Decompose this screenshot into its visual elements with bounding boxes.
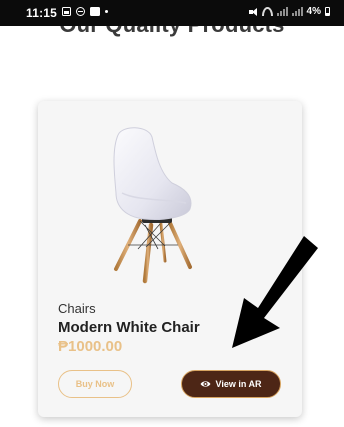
gallery-icon [62,7,71,16]
chair-image [113,127,192,284]
signal-icon [291,7,303,16]
wifi-icon [261,7,273,16]
view-in-ar-button[interactable]: View in AR [181,370,281,398]
product-category: Chairs [58,301,96,316]
buy-now-label: Buy Now [75,379,115,389]
status-time: 11:15 [26,6,58,20]
mute-icon [248,7,258,17]
buy-now-button[interactable]: Buy Now [58,370,132,398]
notification-icons [62,7,108,16]
status-bar: 11:15 4% [0,0,344,26]
system-icons: 4% [248,6,330,17]
arrow-icon [232,236,318,348]
battery-percent: 4% [306,6,321,17]
minus-circle-icon [76,7,85,16]
product-price: ₱1000.00 [58,338,123,355]
message-icon [90,7,100,16]
eye-icon [200,381,211,387]
signal-icon [276,7,288,16]
battery-icon [325,7,330,16]
view-in-ar-label: View in AR [215,379,262,389]
product-name: Modern White Chair [58,319,200,336]
dot-icon [105,10,108,13]
